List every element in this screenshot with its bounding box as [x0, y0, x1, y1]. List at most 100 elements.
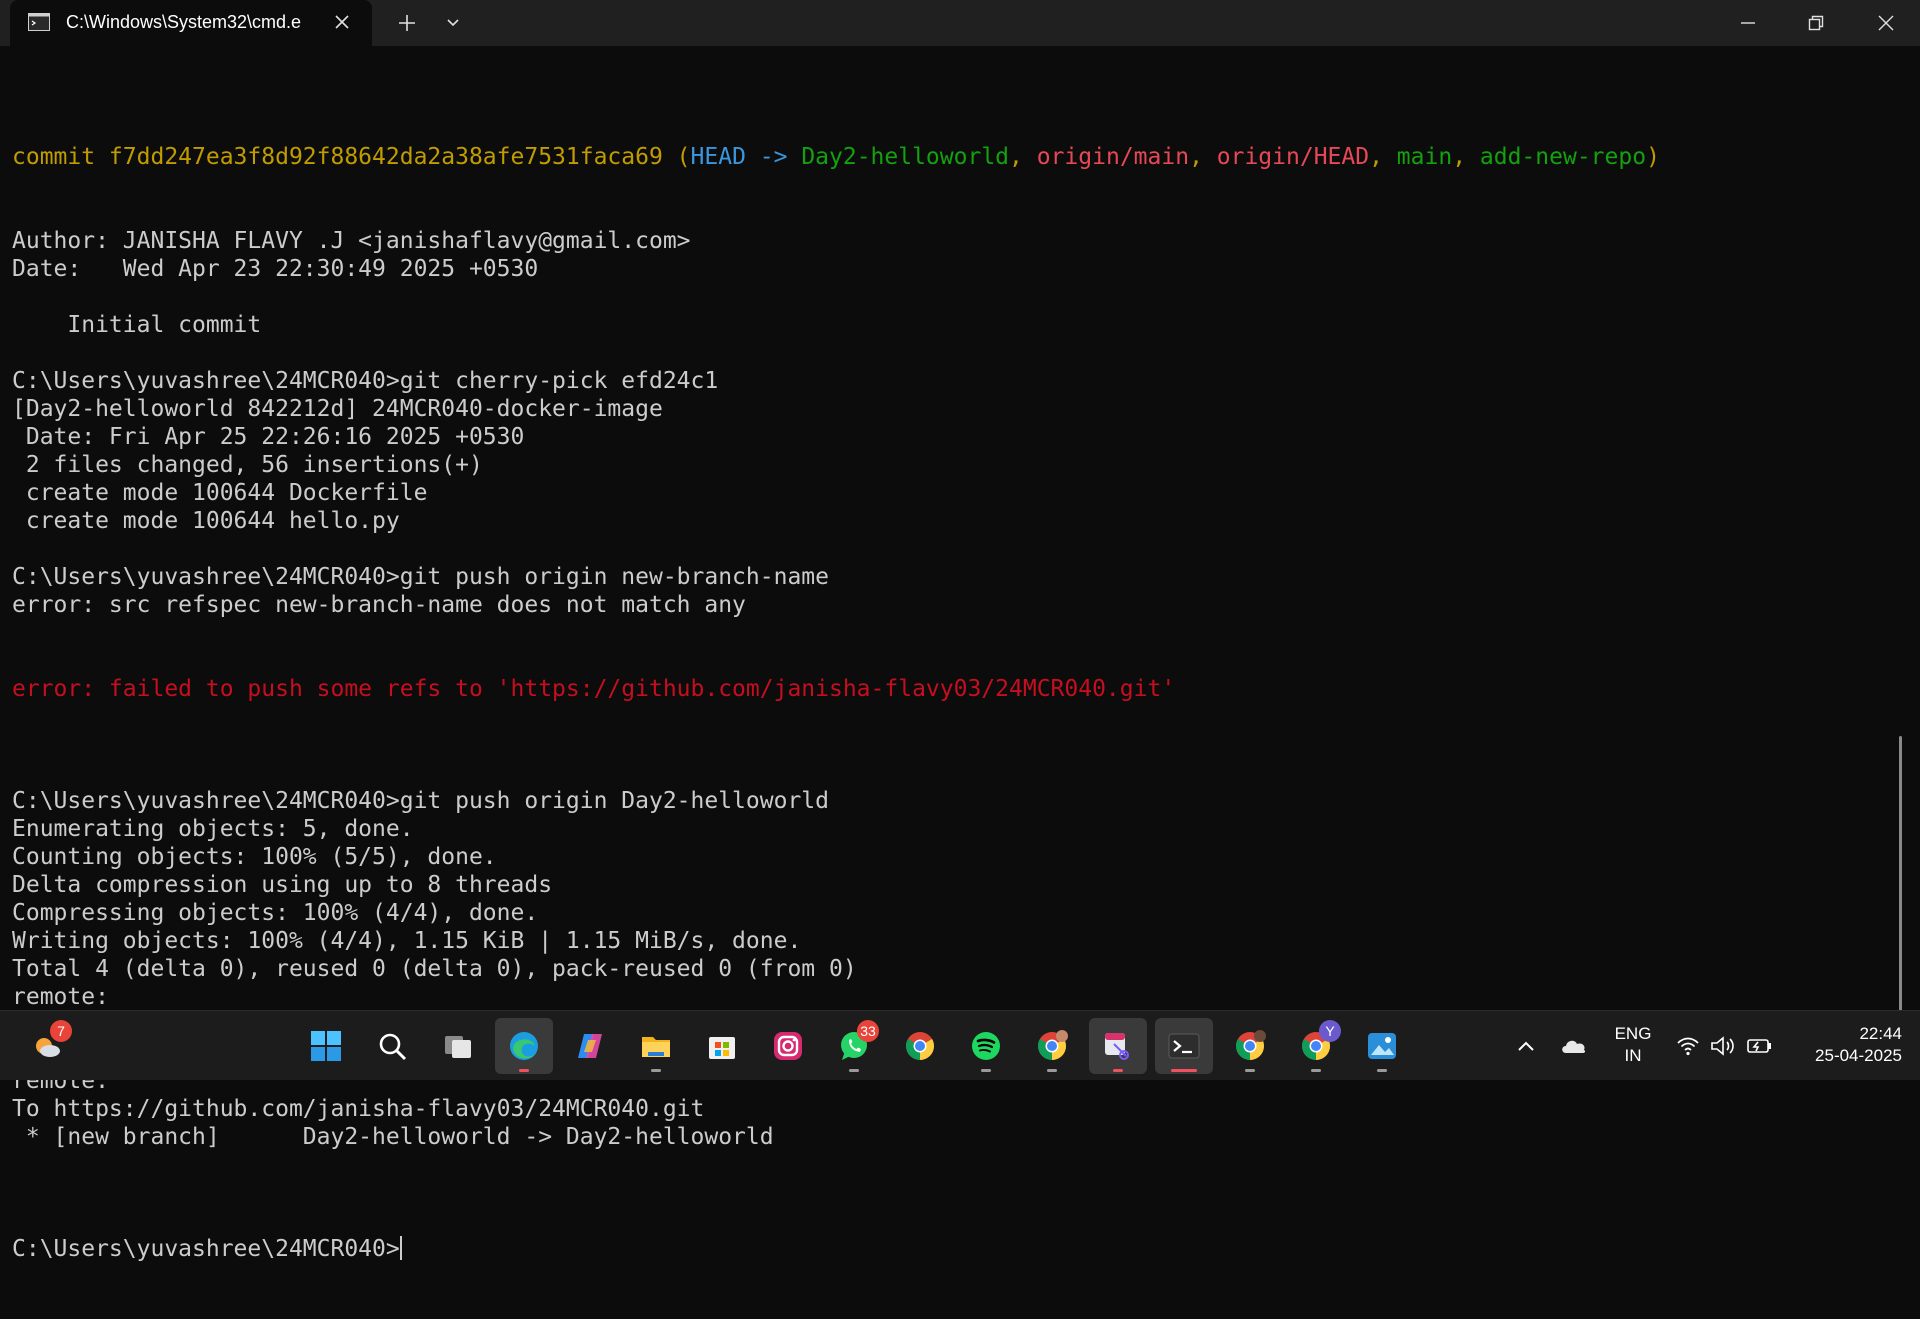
taskbar-whatsapp[interactable]: 33 — [825, 1018, 883, 1074]
title-bar: C:\Windows\System32\cmd.e — [0, 0, 1920, 46]
origin-main-ref: origin/main — [1036, 144, 1190, 170]
close-window-button[interactable] — [1852, 0, 1920, 46]
whatsapp-badge: 33 — [857, 1020, 879, 1042]
head-ref: HEAD -> — [690, 144, 802, 170]
volume-icon[interactable] — [1710, 1035, 1736, 1057]
taskbar-terminal[interactable] — [1155, 1018, 1213, 1074]
language-code: ENG — [1614, 1024, 1652, 1043]
text-cursor — [399, 1236, 402, 1260]
prompt-line[interactable]: C:\Users\yuvashree\24MCR040> — [12, 1235, 1660, 1263]
commit-hash: commit f7dd247ea3f8d92f88642da2a38afe753… — [12, 144, 677, 170]
taskbar: 7 33 Y ENG IN 22:44 25-04-2025 — [0, 1010, 1920, 1080]
clock-time: 22:44 — [1859, 1024, 1902, 1043]
error-line: error: failed to push some refs to 'http… — [12, 676, 1176, 702]
running-indicator — [1311, 1069, 1321, 1072]
running-indicator — [519, 1069, 529, 1072]
output-block-b: C:\Users\yuvashree\24MCR040>git push ori… — [12, 759, 1660, 1179]
clock-date: 25-04-2025 — [1815, 1046, 1902, 1065]
taskbar-file-explorer[interactable] — [627, 1018, 685, 1074]
terminal-line: Enumerating objects: 5, done. — [12, 816, 414, 842]
terminal-line: error: src refspec new-branch-name does … — [12, 592, 746, 618]
active-indicator — [1171, 1069, 1197, 1072]
copilot-icon — [578, 1034, 602, 1058]
edge-icon — [510, 1032, 538, 1060]
terminal-pane[interactable]: commit f7dd247ea3f8d92f88642da2a38afe753… — [0, 46, 1906, 1262]
taskbar-store[interactable] — [693, 1018, 751, 1074]
minimize-button[interactable] — [1714, 0, 1782, 46]
terminal-line: Author: JANISHA FLAVY .J <janishaflavy@g… — [12, 228, 691, 254]
paren-close: ) — [1646, 144, 1660, 170]
instagram-icon — [774, 1032, 802, 1060]
new-tab-icon[interactable] — [394, 10, 420, 36]
terminal-output: commit f7dd247ea3f8d92f88642da2a38afe753… — [12, 87, 1660, 1319]
ref-separator: , — [1189, 144, 1217, 170]
start-icon — [311, 1031, 341, 1061]
clock[interactable]: 22:44 25-04-2025 — [1790, 1023, 1902, 1067]
close-icon — [1878, 15, 1894, 31]
taskbar-start[interactable] — [297, 1018, 355, 1074]
terminal-line: create mode 100644 hello.py — [12, 508, 400, 534]
taskbar-chrome-profile-2[interactable] — [1221, 1018, 1279, 1074]
chrome-profile-2-icon — [1236, 1030, 1266, 1060]
cmd-icon — [28, 13, 50, 31]
terminal-line: Date: Fri Apr 25 22:26:16 2025 +0530 — [12, 424, 525, 450]
close-tab-icon[interactable] — [330, 10, 354, 34]
terminal-line: 2 files changed, 56 insertions(+) — [12, 452, 483, 478]
taskbar-chrome-profile-y[interactable]: Y — [1287, 1018, 1345, 1074]
restore-button[interactable] — [1782, 0, 1850, 46]
taskbar-snipping-tool[interactable] — [1089, 1018, 1147, 1074]
chevron-up-icon[interactable] — [1514, 1035, 1538, 1059]
terminal-line: Delta compression using up to 8 threads — [12, 872, 553, 898]
taskbar-search[interactable] — [363, 1018, 421, 1074]
ref-separator: , — [1452, 144, 1480, 170]
output-block-a: Author: JANISHA FLAVY .J <janishaflavy@g… — [12, 227, 1660, 619]
photos-icon — [1368, 1033, 1396, 1059]
taskbar-photos[interactable] — [1353, 1018, 1411, 1074]
terminal-line: To https://github.com/janisha-flavy03/24… — [12, 1096, 705, 1122]
taskbar-spotify[interactable] — [957, 1018, 1015, 1074]
terminal-line: C:\Users\yuvashree\24MCR040>git cherry-p… — [12, 368, 719, 394]
taskbar-weather[interactable]: 7 — [18, 1018, 76, 1074]
prompt: C:\Users\yuvashree\24MCR040> — [12, 1236, 400, 1262]
chrome-profile-icon — [1038, 1030, 1068, 1060]
terminal-line: * [new branch] Day2-helloworld -> Day2-h… — [12, 1124, 774, 1150]
tab-title: C:\Windows\System32\cmd.e — [66, 12, 302, 32]
spotify-icon — [972, 1032, 1000, 1060]
onedrive-icon[interactable] — [1560, 1034, 1588, 1058]
main-ref: main — [1396, 144, 1453, 170]
terminal-line: Initial commit — [12, 312, 262, 338]
tab-cmd[interactable]: C:\Windows\System32\cmd.e — [10, 0, 372, 46]
taskbar-edge[interactable] — [495, 1018, 553, 1074]
snipping-tool-icon — [1105, 1033, 1129, 1060]
chrome-icon — [906, 1032, 934, 1060]
taskbar-chrome[interactable] — [891, 1018, 949, 1074]
ref-separator: , — [1009, 144, 1037, 170]
terminal-line: [Day2-helloworld 842212d] 24MCR040-docke… — [12, 396, 663, 422]
language-indicator[interactable]: ENG IN — [1608, 1023, 1658, 1067]
chevron-down-icon[interactable] — [440, 10, 466, 36]
minimize-icon — [1741, 22, 1755, 24]
running-indicator — [1245, 1069, 1255, 1072]
terminal-line: Counting objects: 100% (5/5), done. — [12, 844, 497, 870]
terminal-line: create mode 100644 Dockerfile — [12, 480, 428, 506]
taskbar-instagram[interactable] — [759, 1018, 817, 1074]
taskbar-copilot[interactable] — [561, 1018, 619, 1074]
running-indicator — [1047, 1069, 1057, 1072]
running-indicator — [1377, 1069, 1387, 1072]
taskbar-task-view[interactable] — [429, 1018, 487, 1074]
store-icon — [709, 1037, 735, 1059]
terminal-line: Date: Wed Apr 23 22:30:49 2025 +0530 — [12, 256, 539, 282]
scrollbar[interactable] — [1899, 736, 1902, 1026]
running-indicator — [651, 1069, 661, 1072]
search-icon — [379, 1033, 407, 1061]
taskbar-chrome-profile[interactable] — [1023, 1018, 1081, 1074]
battery-icon[interactable] — [1746, 1035, 1774, 1057]
current-branch-ref: Day2-helloworld — [801, 144, 1010, 170]
file-explorer-icon — [642, 1037, 670, 1057]
terminal-line: Compressing objects: 100% (4/4), done. — [12, 900, 539, 926]
terminal-line: C:\Users\yuvashree\24MCR040>git push ori… — [12, 788, 829, 814]
paren-open: ( — [676, 144, 691, 170]
wifi-icon[interactable] — [1676, 1035, 1700, 1057]
